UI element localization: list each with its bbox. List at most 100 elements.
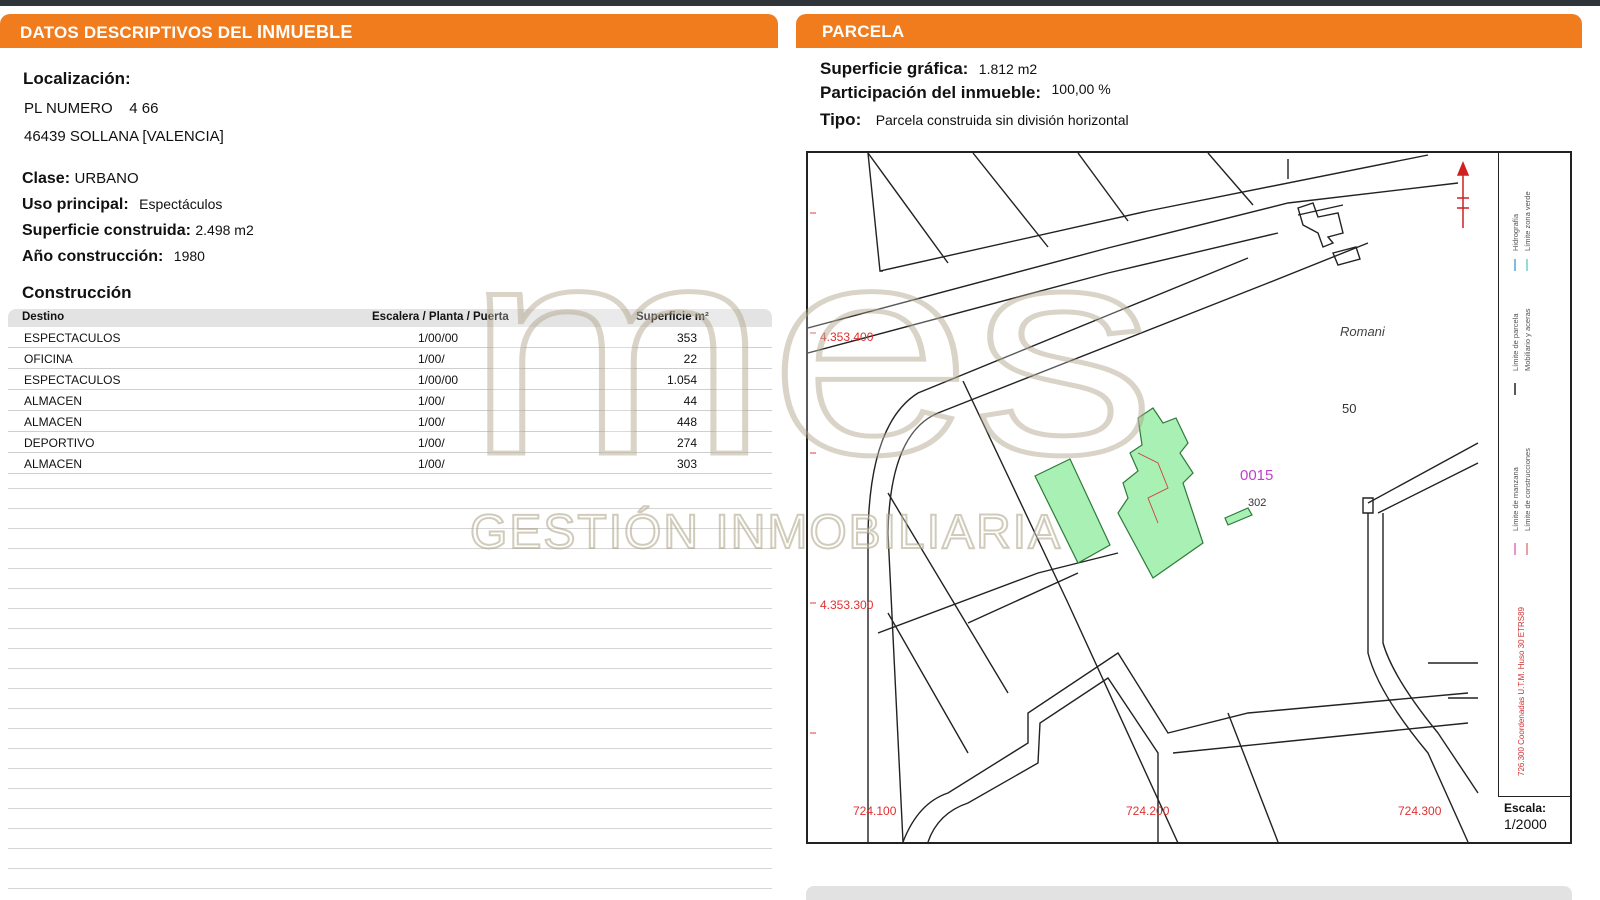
header-title-prefix: DATOS DESCRIPTIVOS DEL [20,23,257,42]
cell-superficie: 44 [683,394,697,408]
cell-escalera: 1/00/ [418,352,445,366]
table-row: ALMACEN 1/00/ 44 [8,390,772,411]
superficie-grafica-label: Superficie gráfica: [820,59,969,78]
anio-label: Año construcción: [22,248,164,265]
map-legend: Límite de parcela Mobiliario y aceras Lí… [1498,151,1572,844]
empty-table-line [8,548,772,549]
construccion-label: Construcción [22,283,132,302]
cell-destino: ESPECTACULOS [24,331,121,345]
empty-table-line [8,668,772,669]
superficie-row: Superficie construida: 2.498 m2 [22,222,254,240]
participacion-value: 100,00 % [1051,81,1111,97]
header-escalera: Escalera / Planta / Puerta [372,311,509,323]
empty-table-line [8,568,772,569]
parcel-code: 0015 [1240,467,1273,484]
cell-superficie: 448 [676,415,697,429]
cell-escalera: 1/00/ [418,394,445,408]
clase-value: URBANO [74,170,139,187]
legend-drawing: Límite de parcela Mobiliario y aceras Lí… [1511,191,1532,776]
cell-superficie: 303 [676,457,697,471]
table-header: Destino Escalera / Planta / Puerta Super… [8,309,772,327]
superficie-label: Superficie construida: [22,222,191,239]
header-destino: Destino [22,311,65,323]
address-line-1: PL NUMERO 4 66 [24,100,159,117]
legend-item-3: Límite de manzana [1511,466,1520,531]
superficie-value: 2.498 m2 [195,222,254,238]
escala-value: 1/2000 [1504,816,1547,832]
table-row: DEPORTIVO 1/00/ 274 [8,432,772,453]
empty-table-line [8,508,772,509]
construction-table: Destino Escalera / Planta / Puerta Super… [8,309,772,474]
empty-table-line [8,628,772,629]
legend-item-2: Mobiliario y aceras [1523,308,1532,371]
cell-escalera: 1/00/ [418,436,445,450]
coord-y1: 4.353.400 [820,330,874,344]
participacion-row: Participación del inmueble: 100,00 % [820,81,1111,103]
empty-table-line [8,888,772,889]
participacion-label: Participación del inmueble: [820,83,1042,102]
legend-item-1: Límite de parcela [1511,313,1520,371]
table-row: ESPECTACULOS 1/00/00 1.054 [8,369,772,390]
cell-destino: ALMACEN [24,415,83,429]
table-row: ESPECTACULOS 1/00/00 353 [8,327,772,348]
cell-destino: ALMACEN [24,457,83,471]
escala-label: Escala: [1504,801,1547,815]
cell-escalera: 1/00/ [418,457,445,471]
coord-x2: 724.200 [1126,804,1170,818]
cell-superficie: 1.054 [666,373,697,387]
empty-table-line [8,688,772,689]
table-row: ALMACEN 1/00/ 448 [8,411,772,432]
cell-escalera: 1/00/00 [418,331,459,345]
coord-x3: 724.300 [1398,804,1442,818]
tipo-label: Tipo: [820,110,862,129]
anio-row: Año construcción: 1980 [22,248,205,266]
empty-table-line [8,768,772,769]
coord-x1: 724.100 [853,804,897,818]
empty-table-line [8,828,772,829]
cell-destino: OFICINA [24,352,73,366]
empty-table-line [8,788,772,789]
tipo-value: Parcela construida sin división horizont… [875,112,1129,128]
number-50: 50 [1342,401,1356,416]
cell-escalera: 1/00/ [418,415,445,429]
cadastral-map: 4.353.400 4.353.300 724.100 724.200 724.… [806,151,1572,844]
parcel-buildings [1034,407,1253,579]
empty-table-line [8,748,772,749]
coord-y2: 4.353.300 [820,598,874,612]
table-row: ALMACEN 1/00/ 303 [8,453,772,474]
cell-destino: DEPORTIVO [24,436,95,450]
legend-item-6: Límite zona verde [1523,191,1532,251]
cell-superficie: 274 [676,436,697,450]
empty-table-line [8,728,772,729]
clase-row: Clase: URBANO [22,170,139,188]
empty-table-line [8,588,772,589]
localizacion-label: Localización: [23,69,131,88]
anio-value: 1980 [173,248,205,264]
empty-table-line [8,848,772,849]
cell-escalera: 1/00/00 [418,373,459,387]
empty-table-line [8,528,772,529]
section-header-inmueble: DATOS DESCRIPTIVOS DEL INMUEBLE [0,14,778,48]
uso-value: Espectáculos [139,196,223,212]
section-header-parcela: PARCELA [796,14,1582,48]
empty-table-line [8,808,772,809]
cell-superficie: 22 [683,352,697,366]
clase-label: Clase: [22,170,71,187]
superficie-grafica-row: Superficie gráfica: 1.812 m2 [820,59,1037,79]
table-row: OFICINA 1/00/ 22 [8,348,772,369]
place-label: Romani [1340,324,1386,339]
cell-superficie: 353 [676,331,697,345]
legend-item-5: Hidrografía [1511,213,1520,251]
address-line-2: 46439 SOLLANA [VALENCIA] [24,128,224,145]
superficie-grafica-value: 1.812 m2 [978,61,1038,77]
cell-destino: ESPECTACULOS [24,373,121,387]
number-302: 302 [1248,497,1266,509]
header-title-bold: INMUEBLE [256,22,353,42]
bottom-panel-edge [806,886,1572,900]
legend-divider-h [1498,796,1572,797]
empty-table-line [8,868,772,869]
legend-item-4: Límite de construcciones [1523,448,1532,531]
uso-label: Uso principal: [22,196,129,213]
header-superficie: Superficie m² [636,311,709,323]
empty-table-line [8,608,772,609]
